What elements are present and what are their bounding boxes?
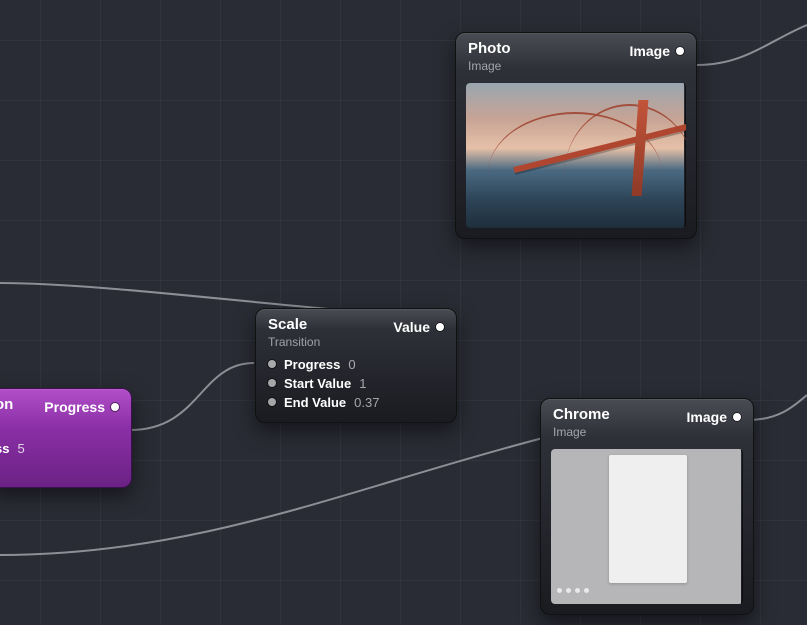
node-subtitle: Image xyxy=(553,425,610,439)
param-end-value[interactable]: End Value 0.37 xyxy=(268,393,444,412)
node-subtitle: Image xyxy=(468,59,511,73)
param-label: Start Value xyxy=(284,376,351,391)
node-title: Photo xyxy=(468,41,511,58)
param-progress[interactable]: Progress 0 xyxy=(268,355,444,374)
node-header[interactable]: Photo Image Image xyxy=(456,33,696,79)
output-port-image[interactable]: Image xyxy=(687,407,741,425)
param-value[interactable]: 0 xyxy=(348,357,355,372)
node-subtitle: Transition xyxy=(268,335,320,349)
output-port-progress[interactable]: Progress xyxy=(44,397,119,415)
node-header[interactable]: Scale Transition Value xyxy=(256,309,456,351)
node-subtitle xyxy=(0,415,13,429)
output-port-value[interactable]: Value xyxy=(393,317,444,335)
node-title: on xyxy=(0,397,13,414)
port-icon[interactable] xyxy=(111,403,119,411)
output-label: Value xyxy=(393,319,430,335)
port-icon[interactable] xyxy=(733,413,741,421)
node-title: Scale xyxy=(268,317,320,334)
port-icon[interactable] xyxy=(268,398,276,406)
param-value[interactable]: 1 xyxy=(359,376,366,391)
output-label: Progress xyxy=(44,399,105,415)
image-preview xyxy=(466,83,686,228)
output-port-image[interactable]: Image xyxy=(630,41,684,59)
param-label: Progress xyxy=(284,357,340,372)
node-chrome[interactable]: Chrome Image Image xyxy=(540,398,754,615)
node-params: ss 5 xyxy=(0,435,131,487)
param-label: End Value xyxy=(284,395,346,410)
node-header[interactable]: on Progress xyxy=(0,389,131,435)
node-transition[interactable]: on Progress ss 5 xyxy=(0,388,132,488)
node-scale[interactable]: Scale Transition Value Progress 0 Start … xyxy=(255,308,457,423)
port-icon[interactable] xyxy=(268,379,276,387)
node-photo[interactable]: Photo Image Image xyxy=(455,32,697,239)
node-header[interactable]: Chrome Image Image xyxy=(541,399,753,445)
image-preview xyxy=(551,449,743,604)
param-start-value[interactable]: Start Value 1 xyxy=(268,374,444,393)
param-row[interactable]: ss 5 xyxy=(0,439,119,458)
port-icon[interactable] xyxy=(676,47,684,55)
param-value[interactable]: 0.37 xyxy=(354,395,379,410)
param-row[interactable] xyxy=(0,458,119,477)
port-icon[interactable] xyxy=(268,360,276,368)
param-label: ss xyxy=(0,441,9,456)
node-params: Progress 0 Start Value 1 End Value 0.37 xyxy=(256,351,456,422)
output-label: Image xyxy=(687,409,727,425)
param-value[interactable]: 5 xyxy=(17,441,24,456)
output-label: Image xyxy=(630,43,670,59)
node-title: Chrome xyxy=(553,407,610,424)
port-icon[interactable] xyxy=(436,323,444,331)
node-graph-canvas[interactable]: Photo Image Image Scale Transition Value xyxy=(0,0,807,625)
